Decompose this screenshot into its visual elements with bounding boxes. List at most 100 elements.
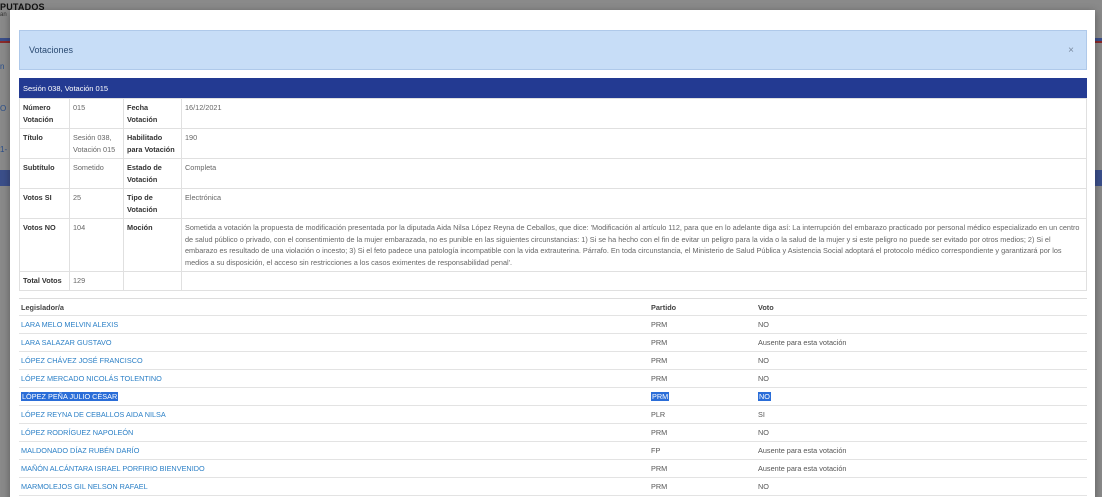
legislator-vote-text: NO [758, 428, 769, 437]
value-estado: Completa [181, 158, 1087, 189]
legislator-name-link[interactable]: LARA SALAZAR GUSTAVO [19, 338, 651, 347]
legislator-name-link-text[interactable]: LÓPEZ MERCADO NICOLÁS TOLENTINO [21, 374, 162, 383]
table-row: LÓPEZ MERCADO NICOLÁS TOLENTINO PRM NO [19, 370, 1087, 388]
legislator-name-link[interactable]: LÓPEZ RODRÍGUEZ NAPOLEÓN [19, 428, 651, 437]
legislator-party-text: PLR [651, 410, 666, 419]
legislator-party: PRM [651, 374, 758, 383]
background-edge-label: n [0, 62, 5, 71]
legislator-party: PRM [651, 356, 758, 365]
legislator-vote-text: NO [758, 356, 769, 365]
legislator-vote: NO [758, 356, 1087, 365]
legislator-name-link[interactable]: LÓPEZ MERCADO NICOLÁS TOLENTINO [19, 374, 651, 383]
label-fecha-votacion: Fecha Votación [123, 98, 182, 129]
value-fecha-votacion: 16/12/2021 [181, 98, 1087, 129]
header-voto: Voto [758, 302, 774, 312]
legislator-name-link[interactable]: LÓPEZ PEÑA JULIO CÉSAR [19, 392, 651, 401]
legislator-vote: Ausente para esta votación [758, 446, 1087, 455]
empty-cell [181, 271, 1087, 291]
legislator-party-text: PRM [651, 338, 668, 347]
legislator-vote-text: Ausente para esta votación [758, 464, 847, 473]
legislator-vote: NO [758, 428, 1087, 437]
legislators-header-row: Legislador/a Partido Voto [19, 298, 1087, 316]
legislator-party-text: PRM [651, 392, 670, 401]
table-row: LÓPEZ REYNA DE CEBALLOS AIDA NILSA PLR SI [19, 406, 1087, 424]
value-votos-si: 25 [69, 188, 124, 219]
table-row: LÓPEZ PEÑA JULIO CÉSAR PRM NO [19, 388, 1087, 406]
legislator-vote-text: NO [758, 320, 769, 329]
legislator-vote: NO [758, 482, 1087, 491]
legislator-name-link-text[interactable]: LÓPEZ CHÁVEZ JOSÉ FRANCISCO [21, 356, 143, 365]
legislator-name-link-text[interactable]: LÓPEZ RODRÍGUEZ NAPOLEÓN [21, 428, 133, 437]
legislator-party-text: PRM [651, 356, 668, 365]
legislator-name-link-text[interactable]: MAÑÓN ALCÁNTARA ISRAEL PORFIRIO BIENVENI… [21, 464, 205, 473]
legislator-party: PRM [651, 482, 758, 491]
label-votos-no: Votos NO [19, 218, 70, 272]
value-subtitulo: Sometido [69, 158, 124, 189]
value-mocion: Sometida a votación la propuesta de modi… [181, 218, 1087, 272]
value-titulo: Sesión 038, Votación 015 [69, 128, 124, 159]
label-mocion: Moción [123, 218, 182, 272]
legislator-vote-text: NO [758, 392, 771, 401]
modal-header: Votaciones × [19, 30, 1087, 70]
legislator-name-link[interactable]: MAÑÓN ALCÁNTARA ISRAEL PORFIRIO BIENVENI… [19, 464, 651, 473]
legislator-party-text: PRM [651, 428, 668, 437]
table-row: LARA SALAZAR GUSTAVO PRM Ausente para esta… [19, 334, 1087, 352]
table-row: LARA MELO MELVIN ALEXIS PRM NO [19, 316, 1087, 334]
label-subtitulo: Subtítulo [19, 158, 70, 189]
legislator-vote-text: SI [758, 410, 765, 419]
table-row: MALDONADO DÍAZ RUBÉN DARÍO FP Ausente para… [19, 442, 1087, 460]
legislator-vote: SI [758, 410, 1087, 419]
legislator-party: PRM [651, 464, 758, 473]
header-partido: Partido [651, 302, 677, 312]
legislator-name-link[interactable]: LARA MELO MELVIN ALEXIS [19, 320, 651, 329]
legislators-table: Legislador/a Partido Voto LARA MELO MELV… [19, 298, 1087, 496]
label-votos-si: Votos SI [19, 188, 70, 219]
legislator-name-link-text[interactable]: MARMOLEJOS GIL NELSON RAFAEL [21, 482, 148, 491]
empty-cell [123, 271, 182, 291]
legislator-vote-text: NO [758, 482, 769, 491]
modal-title: Votaciones [29, 45, 74, 55]
legislator-vote: NO [758, 320, 1087, 329]
value-habilitado: 190 [181, 128, 1087, 159]
legislator-party: PRM [651, 428, 758, 437]
legislator-party: PRM [651, 392, 758, 401]
legislator-name-link-text[interactable]: LÓPEZ PEÑA JULIO CÉSAR [21, 392, 119, 401]
close-icon[interactable]: × [1068, 45, 1074, 56]
legislator-vote: NO [758, 374, 1087, 383]
legislator-party: PLR [651, 410, 758, 419]
background-edge-label: 1- [0, 145, 8, 154]
session-header: Sesión 038, Votación 015 [19, 78, 1087, 98]
value-votos-no: 104 [69, 218, 124, 272]
background-right-strip [1094, 38, 1102, 41]
background-edge-label: O [0, 104, 7, 113]
legislator-name-link[interactable]: LÓPEZ REYNA DE CEBALLOS AIDA NILSA [19, 410, 651, 419]
label-habilitado: Habilitado para Votación [123, 128, 182, 159]
legislator-party-text: PRM [651, 482, 668, 491]
legislator-name-link-text[interactable]: LARA SALAZAR GUSTAVO [21, 338, 112, 347]
label-total-votos: Total Votos [19, 271, 70, 291]
legislator-name-link-text[interactable]: LARA MELO MELVIN ALEXIS [21, 320, 118, 329]
table-row: MARMOLEJOS GIL NELSON RAFAEL PRM NO [19, 478, 1087, 496]
legislator-party: FP [651, 446, 758, 455]
label-tipo: Tipo de Votación [123, 188, 182, 219]
value-total-votos: 129 [69, 271, 124, 291]
legislator-name-link-text[interactable]: LÓPEZ REYNA DE CEBALLOS AIDA NILSA [21, 410, 166, 419]
legislator-party-text: FP [651, 446, 661, 455]
value-tipo: Electrónica [181, 188, 1087, 219]
table-row: LÓPEZ RODRÍGUEZ NAPOLEÓN PRM NO [19, 424, 1087, 442]
label-titulo: Título [19, 128, 70, 159]
legislator-vote: Ausente para esta votación [758, 464, 1087, 473]
vote-details-table: Número Votación 015 Fecha Votación 16/12… [19, 98, 1087, 291]
table-row: LÓPEZ CHÁVEZ JOSÉ FRANCISCO PRM NO [19, 352, 1087, 370]
background-edge-label: an [0, 12, 7, 18]
legislator-name-link[interactable]: MARMOLEJOS GIL NELSON RAFAEL [19, 482, 651, 491]
legislator-name-link[interactable]: LÓPEZ CHÁVEZ JOSÉ FRANCISCO [19, 356, 651, 365]
legislator-name-link-text[interactable]: MALDONADO DÍAZ RUBÉN DARÍO [21, 446, 139, 455]
legislator-vote-text: Ausente para esta votación [758, 446, 847, 455]
header-legislador: Legislador/a [21, 302, 64, 312]
legislator-name-link[interactable]: MALDONADO DÍAZ RUBÉN DARÍO [19, 446, 651, 455]
legislator-vote-text: Ausente para esta votación [758, 338, 847, 347]
votaciones-modal: Votaciones × Sesión 038, Votación 015 Nú… [10, 10, 1095, 497]
legislator-party: PRM [651, 320, 758, 329]
legislator-vote: Ausente para esta votación [758, 338, 1087, 347]
